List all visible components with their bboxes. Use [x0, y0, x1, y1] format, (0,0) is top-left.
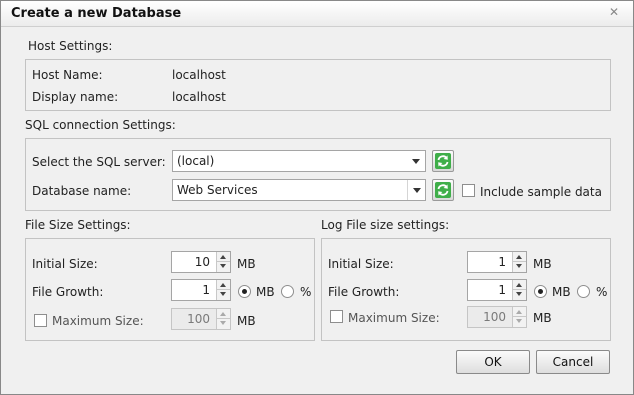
- file-size-group: Initial Size: 10 MB File Growth: 1 MB % …: [25, 238, 315, 341]
- spin-down-icon: [217, 319, 230, 329]
- file-growth-stepper[interactable]: 1: [171, 279, 231, 301]
- initial-size-label: Initial Size:: [32, 257, 98, 271]
- max-size-label: Maximum Size:: [52, 314, 144, 328]
- log-size-group: Initial Size: 1 MB File Growth: 1 MB % M…: [321, 238, 611, 341]
- log-initial-size-label: Initial Size:: [328, 257, 394, 271]
- create-database-dialog: Create a new Database ✕ Host Settings: H…: [0, 0, 634, 395]
- log-growth-percent-radio[interactable]: [577, 285, 590, 298]
- log-size-settings-label: Log File size settings:: [321, 218, 450, 232]
- refresh-database-button[interactable]: [432, 179, 454, 201]
- database-name-label: Database name:: [32, 184, 132, 198]
- sql-settings-group: Select the SQL server: (local) Database …: [25, 138, 611, 211]
- host-name-label: Host Name:: [32, 68, 103, 82]
- chevron-down-icon[interactable]: [407, 151, 425, 171]
- max-size-value: 100: [187, 312, 210, 326]
- include-sample-data-label: Include sample data: [480, 185, 602, 199]
- spin-down-icon[interactable]: [513, 262, 526, 272]
- spin-up-icon[interactable]: [217, 280, 230, 290]
- growth-percent-radio[interactable]: [281, 285, 294, 298]
- refresh-icon: [435, 153, 451, 169]
- log-max-size-unit: MB: [533, 311, 552, 325]
- growth-mb-radio[interactable]: [238, 285, 251, 298]
- sql-server-value: (local): [177, 154, 215, 168]
- spin-down-icon[interactable]: [513, 290, 526, 300]
- growth-percent-label: %: [300, 285, 312, 299]
- log-initial-size-unit: MB: [533, 257, 552, 271]
- spin-up-icon[interactable]: [217, 252, 230, 262]
- log-file-growth-value: 1: [498, 283, 506, 297]
- log-max-size-checkbox[interactable]: [330, 310, 343, 323]
- ok-button[interactable]: OK: [456, 350, 530, 374]
- file-size-settings-label: File Size Settings:: [25, 218, 131, 232]
- spin-up-icon: [217, 309, 230, 319]
- max-size-checkbox[interactable]: [34, 314, 47, 327]
- max-size-stepper[interactable]: 100: [171, 308, 231, 330]
- log-growth-mb-label: MB: [552, 285, 571, 299]
- include-sample-data-checkbox[interactable]: [462, 184, 475, 197]
- log-file-growth-stepper[interactable]: 1: [467, 279, 527, 301]
- log-max-size-stepper[interactable]: 100: [467, 306, 527, 328]
- file-growth-value: 1: [202, 283, 210, 297]
- initial-size-value: 10: [194, 255, 210, 269]
- spin-down-icon[interactable]: [217, 290, 230, 300]
- growth-mb-label: MB: [256, 285, 275, 299]
- spin-up-icon[interactable]: [513, 252, 526, 262]
- spin-up-icon: [513, 307, 526, 317]
- spin-down-icon[interactable]: [217, 262, 230, 272]
- initial-size-stepper[interactable]: 10: [171, 251, 231, 273]
- log-initial-size-value: 1: [498, 255, 506, 269]
- spin-up-icon[interactable]: [513, 280, 526, 290]
- database-name-input[interactable]: Web Services: [172, 179, 426, 201]
- max-size-unit: MB: [237, 314, 256, 328]
- display-name-value: localhost: [172, 90, 226, 104]
- log-max-size-value: 100: [483, 310, 506, 324]
- close-icon[interactable]: ✕: [607, 5, 621, 19]
- sql-server-label: Select the SQL server:: [32, 155, 166, 169]
- file-growth-label: File Growth:: [32, 285, 104, 299]
- host-settings-group: Host Name: localhost Display name: local…: [25, 59, 611, 111]
- log-max-size-label: Maximum Size:: [348, 311, 440, 325]
- chevron-down-icon[interactable]: [407, 180, 425, 200]
- log-growth-percent-label: %: [596, 285, 608, 299]
- dialog-title: Create a new Database: [11, 6, 182, 21]
- display-name-label: Display name:: [32, 90, 119, 104]
- refresh-icon: [435, 182, 451, 198]
- log-file-growth-label: File Growth:: [328, 285, 400, 299]
- sql-settings-label: SQL connection Settings:: [25, 118, 176, 132]
- host-name-value: localhost: [172, 68, 226, 82]
- refresh-server-button[interactable]: [432, 150, 454, 172]
- dialog-titlebar[interactable]: Create a new Database ✕: [1, 1, 633, 27]
- host-settings-label: Host Settings:: [28, 39, 113, 53]
- spin-down-icon: [513, 317, 526, 327]
- initial-size-unit: MB: [237, 257, 256, 271]
- cancel-button[interactable]: Cancel: [536, 350, 610, 374]
- log-growth-mb-radio[interactable]: [534, 285, 547, 298]
- log-initial-size-stepper[interactable]: 1: [467, 251, 527, 273]
- database-name-value: Web Services: [177, 183, 258, 197]
- sql-server-select[interactable]: (local): [172, 150, 426, 172]
